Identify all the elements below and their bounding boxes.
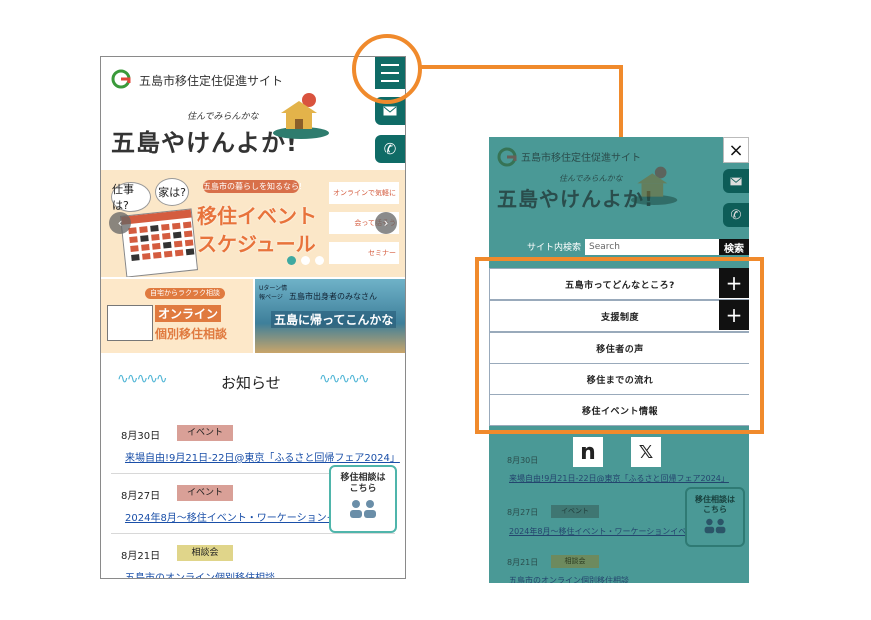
banner-side-seminar: セミナー	[329, 242, 399, 264]
slogan-small: 住んでみらんかな	[187, 112, 259, 122]
consult-float-button[interactable]: 移住相談は こちら	[329, 465, 397, 533]
consult-label: 移住相談は こちら	[695, 495, 735, 514]
news-tag-2[interactable]: イベント	[551, 505, 599, 518]
house-illustration-icon	[273, 93, 329, 139]
banner-pill: 五島市の暮らしを知るなら!	[203, 180, 303, 193]
online-consult-line2: 個別移住相談	[155, 327, 228, 341]
u-turn-line1: 五島市出身者のみなさん	[289, 292, 377, 301]
news-tag-2[interactable]: イベント	[177, 485, 233, 501]
news-date-2: 8月27日	[121, 491, 161, 502]
divider	[111, 533, 395, 534]
hamburger-highlight-circle	[352, 34, 422, 104]
connector-line-horizontal	[421, 65, 623, 69]
news-link-1[interactable]: 来場自由!9月21日-22日@東京「ふるさと回帰フェア2024」	[509, 473, 729, 484]
site-search-input[interactable]: Search	[585, 239, 719, 255]
news-link-2[interactable]: 2024年8月～移住イベント・ワーケーションイベ	[509, 526, 685, 537]
speech-bubble-house: 家は?	[155, 178, 189, 206]
laptop-icon	[107, 305, 153, 341]
phone-screen-default: 五島市移住定住促進サイト ✆ 住んでみらんかな 五島やけんよか! 仕事は? 家は…	[100, 56, 406, 579]
slider-dot-1[interactable]	[287, 256, 296, 265]
news-date-1: 8月30日	[507, 456, 539, 465]
news-link-3[interactable]: 五島市のオンライン個別移住相談	[509, 575, 629, 583]
slider-prev-button[interactable]: ‹	[109, 212, 131, 234]
online-consult-banner[interactable]: 自宅からラクラク相談 オンライン 個別移住相談	[101, 279, 253, 353]
phone-icon: ✆	[730, 207, 742, 223]
news-link-1[interactable]: 来場自由!9月21日-22日@東京「ふるさと回帰フェア2024」	[125, 449, 400, 464]
site-title[interactable]: 五島市移住定住促進サイト	[521, 149, 641, 164]
calendar-icon	[119, 208, 199, 277]
goto-logo-icon	[111, 69, 131, 89]
news-heading: お知らせ	[221, 374, 281, 392]
close-icon: ×	[728, 139, 744, 161]
wave-decoration-right: ∿∿∿∿∿	[319, 371, 370, 387]
close-menu-button[interactable]: ×	[723, 137, 749, 163]
news-tag-1[interactable]: イベント	[177, 425, 233, 441]
online-consult-pill: 自宅からラクラク相談	[145, 288, 225, 299]
banner-side-online: オンラインで気軽に	[329, 182, 399, 204]
mail-icon	[383, 106, 397, 116]
banner-title-line1: 移住イベント	[197, 204, 317, 228]
goto-logo-icon	[497, 147, 517, 167]
consult-float-button[interactable]: 移住相談は こちら	[685, 487, 745, 547]
site-title[interactable]: 五島市移住定住促進サイト	[139, 72, 283, 89]
mail-icon	[730, 177, 742, 185]
news-tag-3[interactable]: 相談会	[551, 555, 599, 568]
online-consult-line1: オンライン	[155, 305, 222, 322]
mail-button[interactable]	[723, 169, 749, 193]
people-talking-icon	[704, 518, 726, 534]
chevron-right-icon: ›	[383, 216, 389, 230]
people-talking-icon	[350, 500, 376, 518]
news-link-3[interactable]: 五島市のオンライン個別移住相談	[125, 569, 275, 578]
site-search-label: サイト内検索	[527, 243, 582, 253]
connector-line-vertical	[619, 65, 623, 138]
speech-bubble-job: 仕事は?	[111, 182, 151, 212]
phone-button[interactable]: ✆	[723, 203, 749, 227]
u-turn-corner-label: Uターン情報ページ	[259, 285, 288, 301]
slider-dot-2[interactable]	[301, 256, 310, 265]
u-turn-banner[interactable]: Uターン情報ページ 五島市出身者のみなさん 五島に帰ってこんかな	[255, 279, 405, 353]
news-link-2[interactable]: 2024年8月～移住イベント・ワーケーションイベ	[125, 509, 333, 524]
site-search-button[interactable]: 検索	[719, 239, 749, 255]
u-turn-line2: 五島に帰ってこんかな	[271, 311, 397, 328]
news-date-3: 8月21日	[121, 551, 161, 562]
phone-icon: ✆	[383, 140, 397, 158]
phone-button[interactable]: ✆	[375, 135, 405, 163]
news-date-1: 8月30日	[121, 431, 161, 442]
news-tag-3[interactable]: 相談会	[177, 545, 233, 561]
house-illustration-icon	[630, 166, 678, 205]
news-date-2: 8月27日	[507, 508, 539, 517]
menu-highlight-box	[475, 257, 764, 434]
slider-dot-3[interactable]	[315, 256, 324, 265]
wave-decoration-left: ∿∿∿∿∿	[117, 371, 168, 387]
news-date-3: 8月21日	[507, 558, 539, 567]
banner-title-line2: スケジュール	[197, 232, 316, 256]
event-schedule-banner[interactable]: 仕事は? 家は? 五島市の暮らしを知るなら! 移住イベント スケジュール オンラ…	[101, 170, 405, 277]
slogan-main: 五島やけんよか!	[111, 129, 298, 157]
slider-next-button[interactable]: ›	[375, 212, 397, 234]
consult-label: 移住相談は こちら	[340, 473, 386, 494]
x-twitter-icon[interactable]: 𝕏	[631, 437, 661, 467]
chevron-left-icon: ‹	[117, 216, 123, 230]
note-icon[interactable]: n	[573, 437, 603, 467]
